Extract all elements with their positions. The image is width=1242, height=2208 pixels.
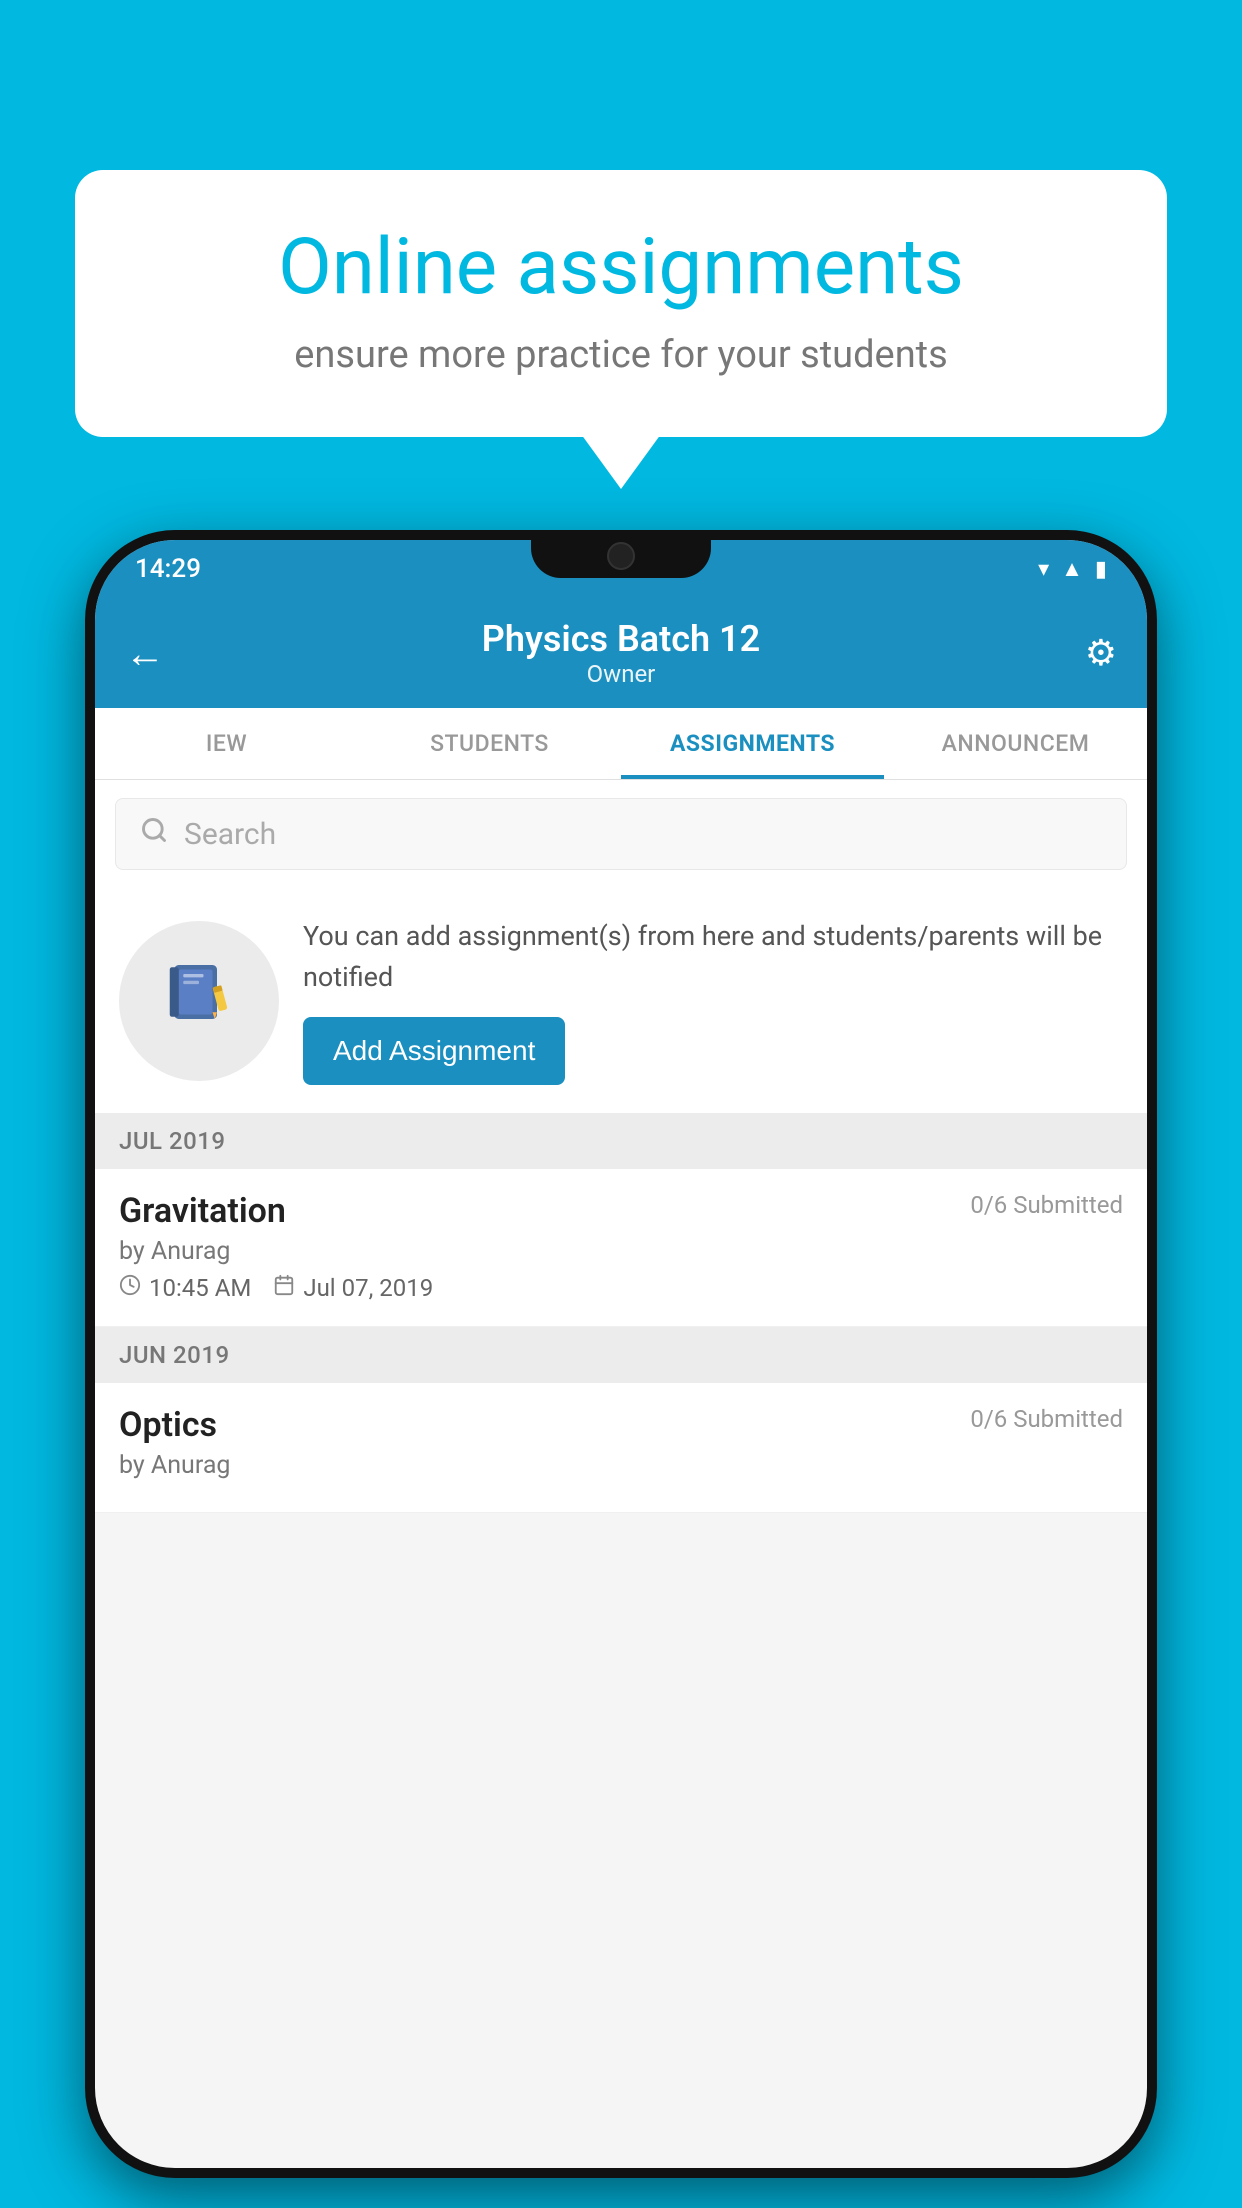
calendar-icon: [273, 1274, 295, 1302]
clock-icon: [119, 1274, 141, 1302]
phone-screen: 14:29 ▾ ▲ ▮ ← Physics Batch 12 Owner ⚙: [95, 540, 1147, 2168]
status-icons: ▾ ▲ ▮: [1038, 556, 1107, 582]
assignment-top: Gravitation 0/6 Submitted: [119, 1191, 1123, 1231]
assignment-submitted: 0/6 Submitted: [970, 1191, 1123, 1219]
assignment-item-optics[interactable]: Optics 0/6 Submitted by Anurag: [95, 1383, 1147, 1513]
bubble-subtitle: ensure more practice for your students: [135, 333, 1107, 377]
search-icon: [140, 816, 168, 852]
wifi-icon: ▾: [1038, 557, 1049, 582]
phone-camera: [607, 542, 635, 570]
notebook-icon: [163, 956, 235, 1046]
tab-announcements[interactable]: ANNOUNCEM: [884, 708, 1147, 779]
date-value: Jul 07, 2019: [303, 1274, 433, 1302]
tabs-bar: IEW STUDENTS ASSIGNMENTS ANNOUNCEM: [95, 708, 1147, 780]
phone-notch: [531, 530, 711, 578]
prompt-text: You can add assignment(s) from here and …: [303, 916, 1123, 997]
assignment-name-optics: Optics: [119, 1405, 217, 1445]
search-container: Search: [95, 780, 1147, 888]
battery-icon: ▮: [1095, 557, 1107, 582]
tab-iew[interactable]: IEW: [95, 708, 358, 779]
header-title: Physics Batch 12: [482, 618, 760, 660]
search-placeholder: Search: [184, 817, 276, 852]
prompt-right: You can add assignment(s) from here and …: [303, 916, 1123, 1085]
app-header: ← Physics Batch 12 Owner ⚙: [95, 598, 1147, 708]
status-time: 14:29: [135, 554, 201, 584]
bubble-title: Online assignments: [135, 225, 1107, 311]
add-assignment-button[interactable]: Add Assignment: [303, 1017, 565, 1085]
tab-students[interactable]: STUDENTS: [358, 708, 621, 779]
assignment-name: Gravitation: [119, 1191, 286, 1231]
phone-outer: 14:29 ▾ ▲ ▮ ← Physics Batch 12 Owner ⚙: [85, 530, 1157, 2178]
header-subtitle: Owner: [482, 660, 760, 688]
assignment-submitted-optics: 0/6 Submitted: [970, 1405, 1123, 1433]
prompt-card: You can add assignment(s) from here and …: [95, 888, 1147, 1113]
section-jun-2019: JUN 2019: [95, 1327, 1147, 1383]
prompt-icon-circle: [119, 921, 279, 1081]
speech-bubble: Online assignments ensure more practice …: [75, 170, 1167, 437]
assignment-top-optics: Optics 0/6 Submitted: [119, 1405, 1123, 1445]
time-value: 10:45 AM: [149, 1274, 251, 1302]
section-jul-2019: JUL 2019: [95, 1113, 1147, 1169]
meta-time: 10:45 AM: [119, 1274, 251, 1302]
meta-date: Jul 07, 2019: [273, 1274, 433, 1302]
back-button[interactable]: ←: [125, 630, 165, 677]
phone-wrapper: 14:29 ▾ ▲ ▮ ← Physics Batch 12 Owner ⚙: [85, 530, 1157, 2178]
signal-icon: ▲: [1061, 556, 1083, 582]
header-title-block: Physics Batch 12 Owner: [482, 618, 760, 688]
gear-icon[interactable]: ⚙: [1085, 632, 1117, 674]
tab-assignments[interactable]: ASSIGNMENTS: [621, 708, 884, 779]
assignment-item-gravitation[interactable]: Gravitation 0/6 Submitted by Anurag 10:4…: [95, 1169, 1147, 1327]
assignment-meta: 10:45 AM Jul 07, 2019: [119, 1274, 1123, 1302]
assignment-author: by Anurag: [119, 1237, 1123, 1266]
assignment-author-optics: by Anurag: [119, 1451, 1123, 1480]
search-bar[interactable]: Search: [115, 798, 1127, 870]
